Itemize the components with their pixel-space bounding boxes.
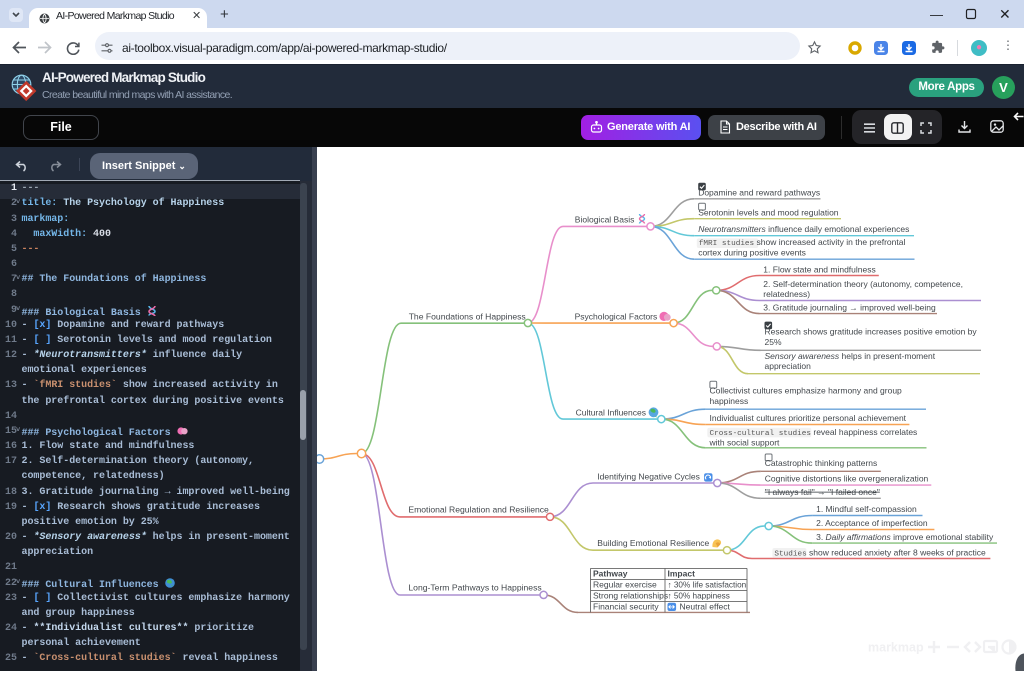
svg-text:Serotonin levels and mood regu: Serotonin levels and mood regulation	[698, 208, 839, 218]
svg-text:Regular exercise: Regular exercise	[593, 580, 657, 590]
svg-text:3. Gratitude journaling → impr: 3. Gratitude journaling → improved well-…	[763, 302, 936, 312]
svg-text:Emotional Regulation and Resil: Emotional Regulation and Resilience	[408, 505, 549, 515]
svg-text:Sensory awareness helps in pre: Sensory awareness helps in present-momen…	[765, 351, 936, 361]
svg-text:The Foundations of Happiness: The Foundations of Happiness	[409, 312, 526, 322]
svg-text:with social support: with social support	[709, 437, 781, 447]
svg-text:Collectivist cultures emphasiz: Collectivist cultures emphasize harmony …	[710, 386, 903, 396]
svg-text:relatedness): relatedness)	[763, 289, 810, 299]
svg-text:1. Flow state and mindfulness: 1. Flow state and mindfulness	[763, 264, 875, 274]
svg-text:1. Mindful self-compassion: 1. Mindful self-compassion	[816, 504, 917, 514]
svg-text:Biological Basis: Biological Basis	[575, 215, 635, 225]
svg-text:Financial security: Financial security	[593, 602, 659, 612]
svg-text:Neurotransmitters influence da: Neurotransmitters influence daily emotio…	[698, 224, 909, 234]
svg-text:markmap: markmap	[868, 641, 924, 655]
svg-text:Identifying Negative Cycles: Identifying Negative Cycles	[597, 471, 700, 481]
svg-text:Studies show reduced anxiety a: Studies show reduced anxiety after 8 wee…	[774, 547, 986, 558]
svg-text:2. Acceptance of imperfection: 2. Acceptance of imperfection	[816, 518, 928, 528]
svg-text:Strong relationships: Strong relationships	[593, 591, 668, 601]
svg-text:Long-Term Pathways to Happines: Long-Term Pathways to Happiness	[408, 583, 541, 593]
svg-text:Cognitive distortions like ove: Cognitive distortions like overgeneraliz…	[765, 474, 929, 484]
svg-text:Dopamine and reward pathways: Dopamine and reward pathways	[698, 188, 820, 198]
svg-text:Catastrophic thinking patterns: Catastrophic thinking patterns	[765, 458, 877, 468]
svg-text:cortex during positive events: cortex during positive events	[698, 247, 806, 257]
svg-text:"I always fail" → "I failed on: "I always fail" → "I failed once"	[765, 487, 880, 497]
svg-text:appreciation: appreciation	[765, 361, 812, 371]
svg-text:2. Self-determination theory (: 2. Self-determination theory (autonomy, …	[763, 279, 963, 289]
svg-text:↑ 30% life satisfaction: ↑ 30% life satisfaction	[668, 581, 747, 590]
svg-text:Neutral effect: Neutral effect	[680, 602, 731, 612]
svg-text:Psychological Factors: Psychological Factors	[575, 311, 658, 321]
svg-text:Cultural Influences: Cultural Influences	[576, 407, 646, 417]
svg-text:↑ 50% happiness: ↑ 50% happiness	[668, 592, 730, 601]
svg-text:Individualist cultures priorit: Individualist cultures prioritize person…	[710, 413, 907, 423]
svg-text:Building Emotional Resilience: Building Emotional Resilience	[597, 538, 709, 548]
svg-text:25%: 25%	[765, 337, 782, 347]
svg-text:Impact: Impact	[668, 569, 696, 579]
svg-text:Research shows gratitude incre: Research shows gratitude increases posit…	[765, 326, 978, 336]
svg-text:Pathway: Pathway	[593, 569, 628, 579]
svg-text:3. Daily affirmations improve: 3. Daily affirmations improve emotional …	[816, 532, 994, 542]
svg-text:happiness: happiness	[710, 396, 749, 406]
